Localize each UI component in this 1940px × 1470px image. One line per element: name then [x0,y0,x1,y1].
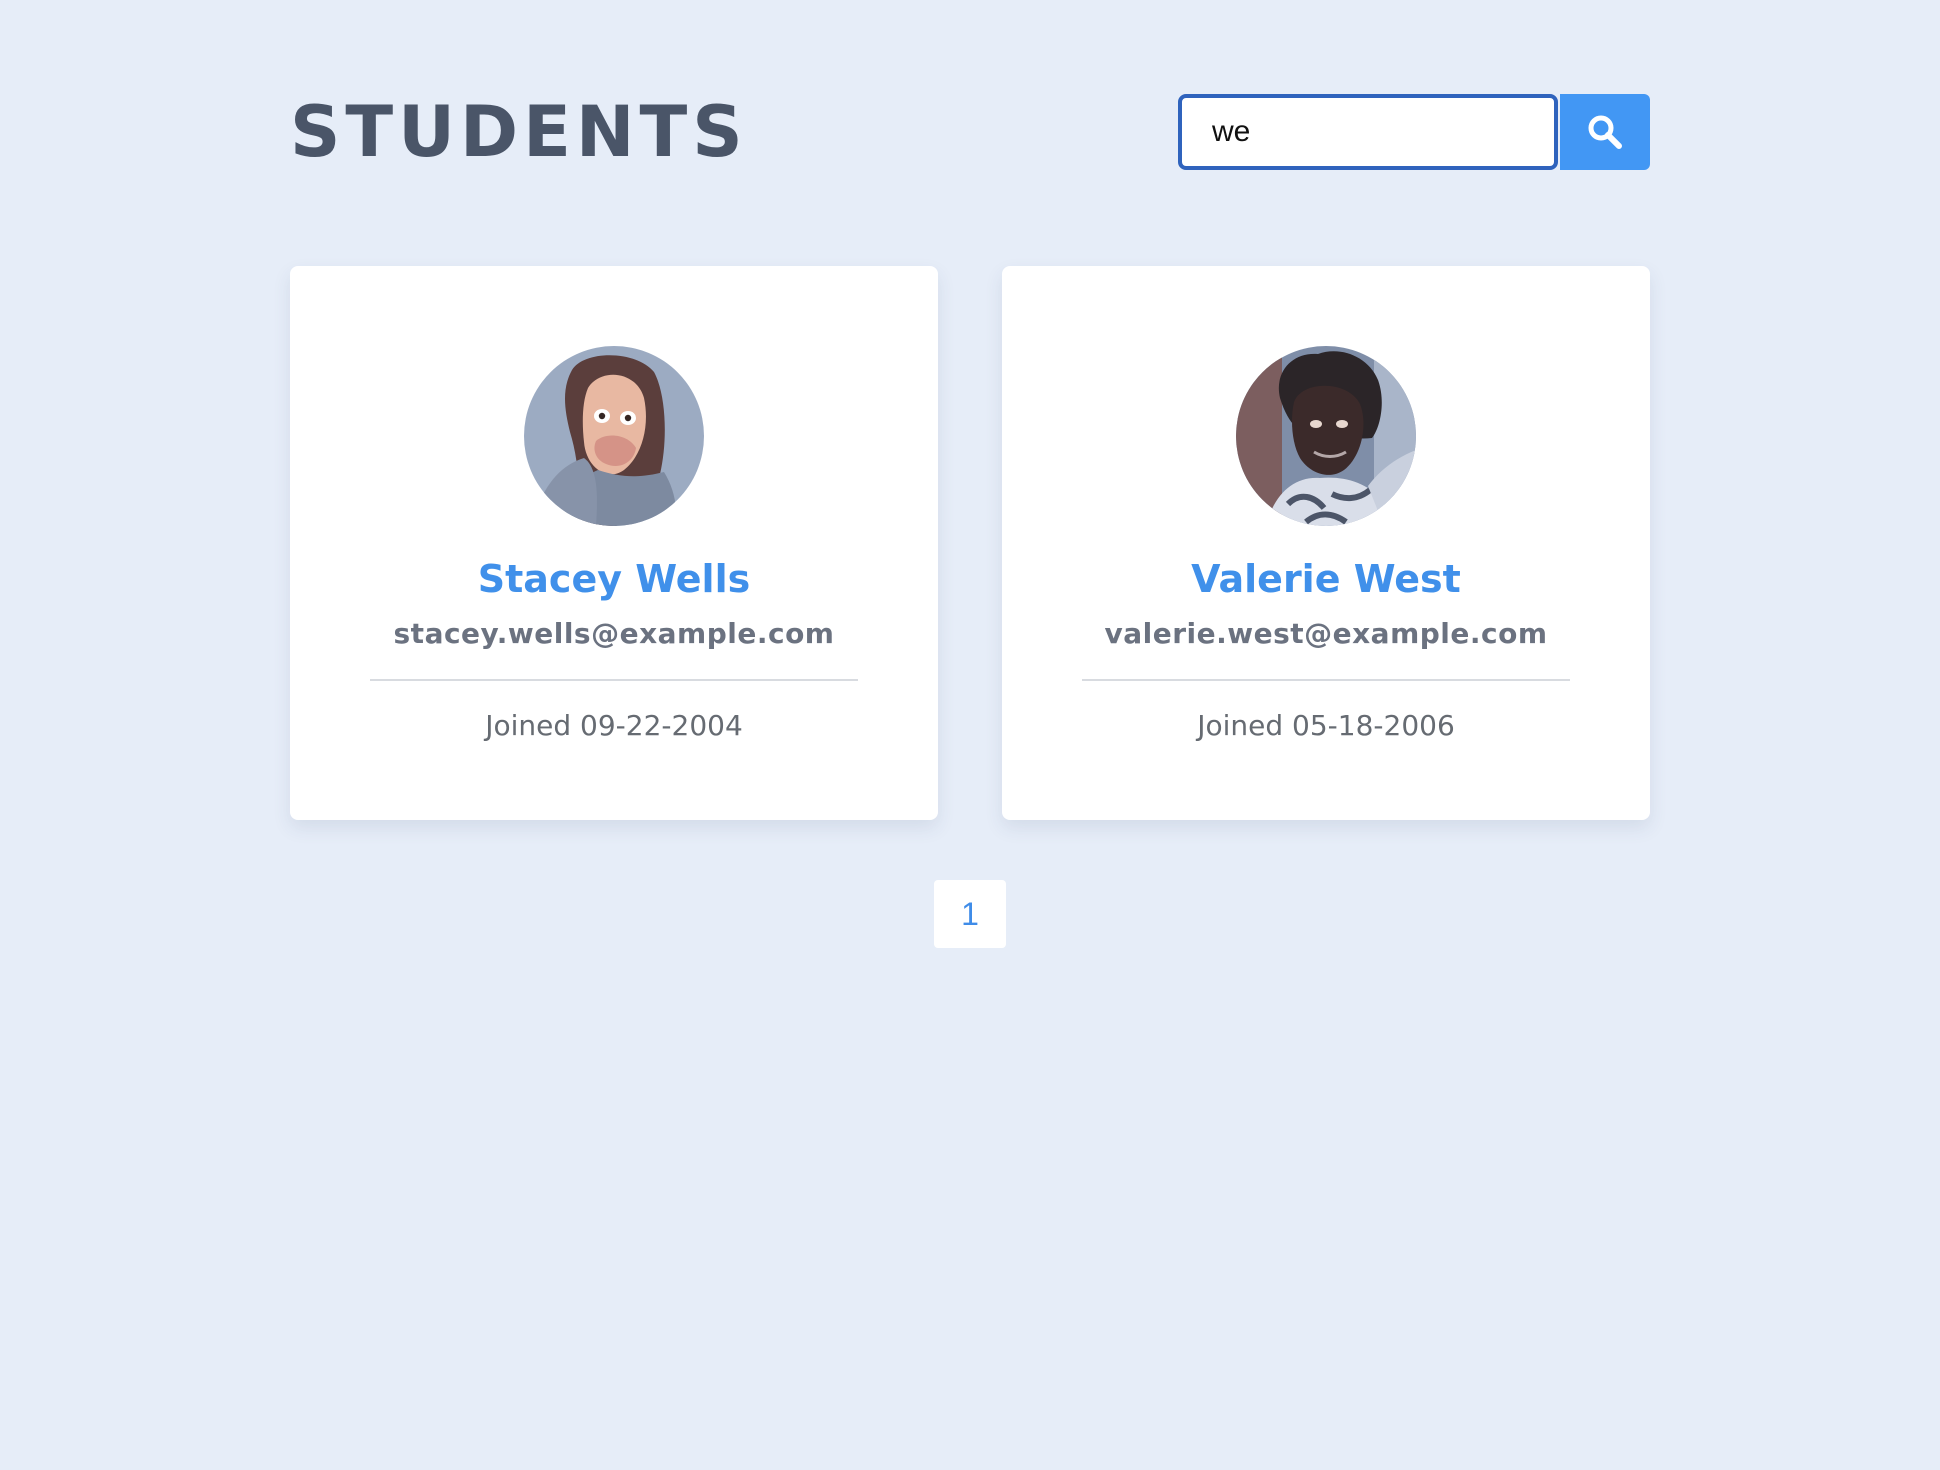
student-photo [1236,346,1416,526]
student-name: Valerie West [1191,557,1461,601]
page-header: STUDENTS [290,94,1650,170]
student-photo [524,346,704,526]
joined-date: Joined 09-22-2004 [485,709,743,742]
search-icon [1588,115,1622,149]
pagination: 1 [934,880,1006,948]
search-input[interactable] [1178,94,1558,170]
avatar [1236,346,1416,526]
joined-date: Joined 05-18-2006 [1197,709,1455,742]
avatar [524,346,704,526]
student-card: Valerie West valerie.west@example.com Jo… [1002,266,1650,820]
card-divider [370,679,858,681]
search-bar [1178,94,1650,170]
student-card: Stacey Wells stacey.wells@example.com Jo… [290,266,938,820]
page-button-1[interactable]: 1 [934,880,1006,948]
student-name: Stacey Wells [477,557,751,601]
student-email: valerie.west@example.com [1104,617,1548,650]
search-button[interactable] [1560,94,1650,170]
page-title: STUDENTS [290,91,748,173]
card-divider [1082,679,1570,681]
student-email: stacey.wells@example.com [393,617,835,650]
